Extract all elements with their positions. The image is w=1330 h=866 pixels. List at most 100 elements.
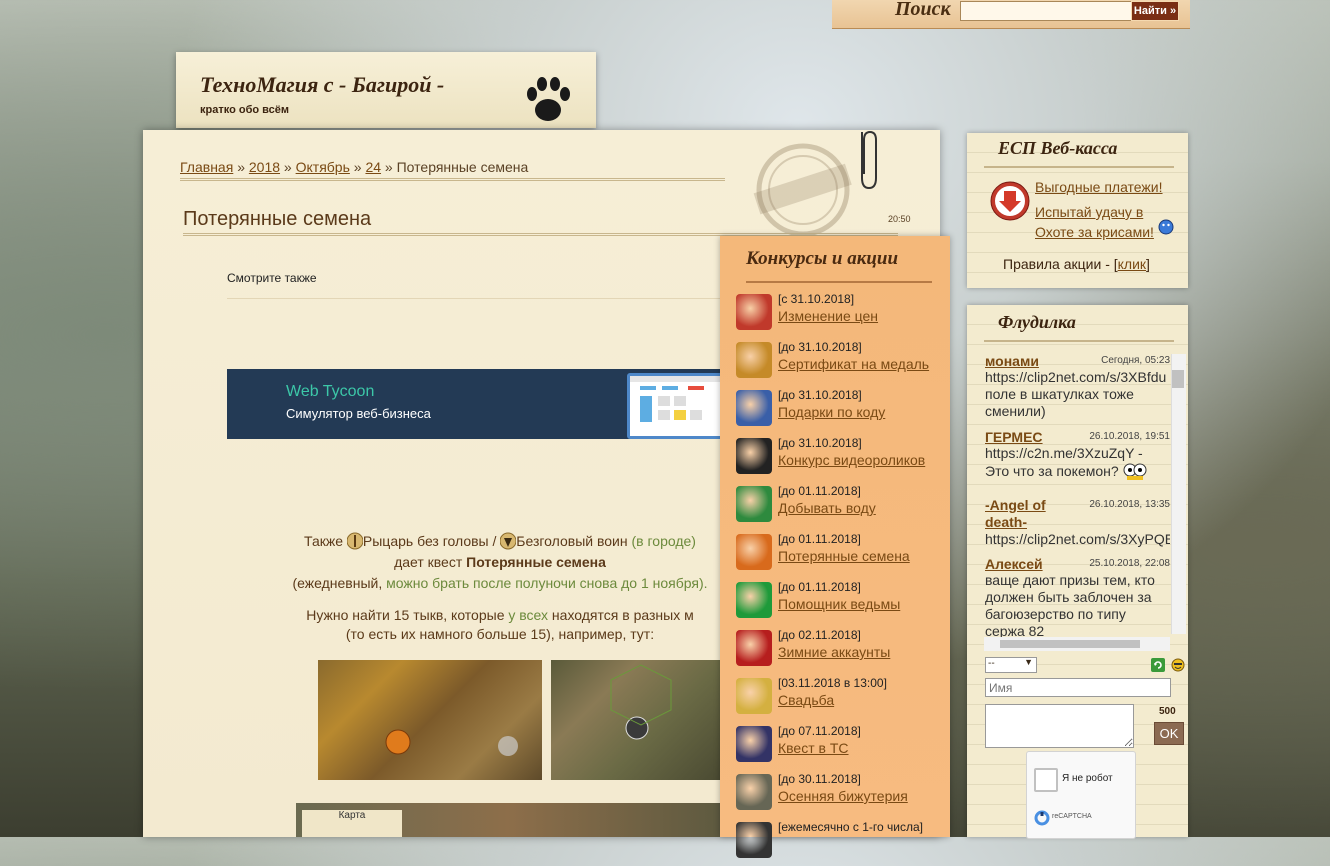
ecp-hunt-link[interactable]: Испытай удачу в Охоте за крисами! [1035, 202, 1165, 242]
game-screenshot[interactable] [551, 660, 721, 780]
breadcrumb-month[interactable]: Октябрь [296, 159, 350, 175]
breadcrumb-day[interactable]: 24 [365, 159, 381, 175]
contest-link[interactable]: Свадьба [778, 692, 834, 708]
contest-item[interactable]: [до 31.10.2018] Сертификат на медаль [736, 340, 946, 386]
text: (то есть их намного больше 15), например… [345, 626, 655, 642]
contest-link[interactable]: Конкурс видеороликов [778, 452, 925, 468]
contest-date: [до 31.10.2018] [778, 340, 862, 354]
contest-item[interactable]: [до 01.11.2018] Помощник ведьмы [736, 580, 946, 626]
ecp-rules-link[interactable]: клик [1118, 256, 1146, 272]
contest-item[interactable]: [до 01.11.2018] Добывать воду [736, 484, 946, 530]
text: Это что за покемон? [985, 463, 1119, 479]
contest-date: [до 31.10.2018] [778, 388, 862, 402]
contest-item[interactable]: [до 31.10.2018] Подарки по коду [736, 388, 946, 434]
contest-date: [до 07.11.2018] [778, 724, 861, 738]
contest-item[interactable]: [до 30.11.2018] Осенняя бижутерия [736, 772, 946, 818]
chat-title: Флудилка [998, 312, 1076, 332]
contest-link[interactable]: Подарки по коду [778, 404, 885, 420]
text: / [488, 533, 501, 549]
download-icon[interactable] [990, 181, 1030, 221]
contest-icon [736, 630, 772, 666]
ecp-rules: Правила акции - [клик] [1003, 256, 1150, 272]
text: можно брать после полуночи снова до 1 но… [386, 575, 708, 591]
contest-date: [до 01.11.2018] [778, 484, 861, 498]
contest-link[interactable]: Изменение цен [778, 308, 878, 324]
chat-text: Это что за покемон? [985, 462, 1170, 480]
smiles-icon[interactable] [1171, 658, 1185, 672]
chat-text: сменили) [985, 403, 1046, 419]
breadcrumb-year[interactable]: 2018 [249, 159, 280, 175]
contest-item[interactable]: [03.11.2018 в 13:00] Свадьба [736, 676, 946, 722]
contest-link[interactable]: Сертификат на медаль [778, 356, 929, 372]
contest-link[interactable]: Помощник ведьмы [778, 596, 900, 612]
chat-text[interactable]: https://clip2net.com/s/3XBfdu [985, 369, 1170, 386]
refresh-icon[interactable] [1151, 658, 1165, 672]
chat-select-value: -- [988, 658, 995, 669]
contest-item[interactable]: [до 02.11.2018] Зимние аккаунты [736, 628, 946, 674]
contest-item[interactable]: [до 31.10.2018] Конкурс видеороликов [736, 436, 946, 482]
chat-text[interactable]: https://clip2net.com/s/3XyPQE [985, 531, 1170, 548]
text: Нужно найти 15 тыкв, которые [306, 607, 509, 623]
game-screenshot[interactable] [318, 660, 542, 780]
contest-item[interactable]: [до 07.11.2018] Квест в ТС [736, 724, 946, 770]
contest-link[interactable]: Зимние аккаунты [778, 644, 890, 660]
search-input[interactable] [960, 1, 1134, 21]
chat-vertical-scrollbar[interactable] [1171, 354, 1186, 634]
chat-message: -Angel of death- 26.10.2018, 13:35 https… [985, 497, 1170, 548]
pumpkin-icon [385, 729, 518, 756]
ecp-payments-link[interactable]: Выгодные платежи! [1035, 179, 1163, 195]
contest-link[interactable]: Осенняя бижутерия [778, 788, 908, 804]
contest-item[interactable]: [ежемесячно с 1-го числа] [736, 820, 946, 866]
ecp-title: ЕСП Веб-касса [998, 138, 1118, 158]
contest-date: [03.11.2018 в 13:00] [778, 676, 887, 690]
contest-item[interactable]: [до 01.11.2018] Потерянные семена [736, 532, 946, 578]
chat-name-input[interactable] [985, 678, 1171, 697]
chat-message-input[interactable] [985, 704, 1134, 748]
contest-date: [с 31.10.2018] [778, 292, 855, 306]
ad-banner[interactable]: Web Tycoon Симулятор веб-бизнеса [227, 369, 720, 439]
chat-scroll-thumb[interactable] [1172, 370, 1184, 388]
chat-text[interactable]: https://c2n.me/3XzuZqY - [985, 445, 1170, 462]
chat-user[interactable]: Алексей [985, 556, 1043, 572]
ad-title: Web Tycoon [286, 383, 375, 400]
contest-link[interactable]: Квест в ТС [778, 740, 849, 756]
contest-icon [736, 390, 772, 426]
contest-link[interactable]: Добывать воду [778, 500, 876, 516]
chat-time: Сегодня, 05:23 [1101, 355, 1170, 366]
chevron-down-icon: ▼ [1024, 657, 1033, 667]
see-also-heading: Смотрите также [227, 271, 317, 285]
city-note: (в городе) [631, 533, 696, 549]
chat-messages[interactable]: монами Сегодня, 05:23 https://clip2net.c… [984, 353, 1184, 653]
recaptcha-label: Я не робот [1062, 773, 1113, 784]
contest-item[interactable]: [с 31.10.2018] Изменение цен [736, 292, 946, 338]
chat-user[interactable]: -Angel of death- [985, 497, 1081, 531]
chat-text: должен быть заблочен за [985, 589, 1152, 605]
chat-user[interactable]: монами [985, 353, 1039, 369]
chat-send-button[interactable]: OK [1154, 722, 1184, 745]
breadcrumb-home[interactable]: Главная [180, 159, 233, 175]
contest-icon [736, 774, 772, 810]
contest-icon [736, 438, 772, 474]
breadcrumb-divider [180, 178, 725, 181]
contest-icon [736, 822, 772, 858]
chat-select[interactable]: -- ▼ [985, 657, 1037, 673]
ecp-divider [984, 166, 1174, 168]
contest-date: [до 01.11.2018] [778, 532, 861, 546]
breadcrumb-sep: » [384, 159, 393, 175]
chat-time: 26.10.2018, 13:35 [1089, 499, 1170, 510]
paw-icon [527, 77, 570, 121]
ad-subtitle: Симулятор веб-бизнеса [286, 406, 431, 421]
chat-user[interactable]: ГЕРМЕС [985, 429, 1043, 445]
contest-link[interactable]: Потерянные семена [778, 548, 910, 564]
chat-time: 26.10.2018, 19:51 [1089, 431, 1170, 442]
site-title[interactable]: ТехноМагия с - Багирой - [200, 72, 444, 98]
search-button[interactable]: Найти » [1131, 1, 1179, 21]
warrior-icon [500, 532, 517, 550]
quest-description: Нужно найти 15 тыкв, которые у всех нахо… [220, 606, 780, 644]
chat-hscroll-thumb[interactable] [1000, 640, 1140, 648]
contest-icon [736, 486, 772, 522]
contest-date: [до 02.11.2018] [778, 628, 861, 642]
quest-intro: Также Рыцарь без головы / Безголовый вои… [220, 531, 780, 594]
recaptcha-checkbox[interactable] [1034, 768, 1058, 792]
contest-date: [ежемесячно с 1-го числа] [778, 820, 923, 834]
